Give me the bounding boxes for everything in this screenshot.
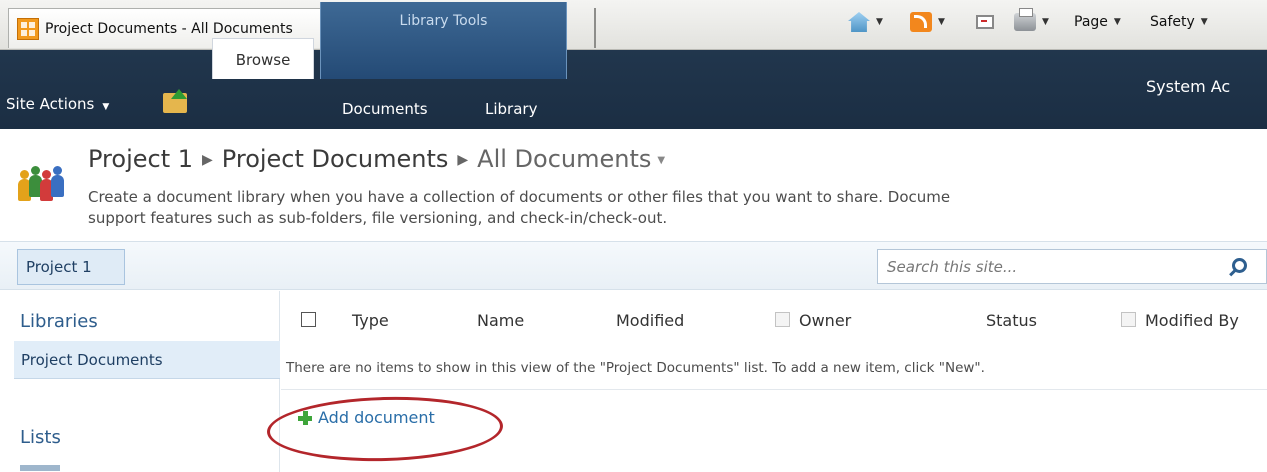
tab-library[interactable]: Library — [485, 100, 537, 118]
quick-launch-item-partial — [20, 465, 60, 471]
search-input[interactable] — [878, 250, 1218, 283]
list-header-row: Type Name Modified Owner Status Modified… — [281, 302, 1267, 342]
column-header-status[interactable]: Status — [986, 311, 1037, 330]
chevron-down-icon: ▼ — [876, 17, 883, 27]
site-actions-label: Site Actions — [6, 95, 95, 113]
breadcrumb-separator-icon: ▶ — [457, 152, 469, 168]
browser-tab-bar: Project Documents - All Documents ▼ ▼ ▼ … — [0, 0, 1267, 50]
chevron-down-icon: ▼ — [102, 102, 110, 112]
tab-browse[interactable]: Browse — [212, 38, 314, 79]
top-nav-item-label: Project 1 — [26, 258, 92, 276]
user-name: System Ac — [1146, 77, 1231, 96]
tab-library-label: Library — [485, 100, 538, 118]
safety-menu[interactable]: Safety ▼ — [1150, 8, 1208, 36]
column-filter-checkbox[interactable] — [1121, 312, 1136, 327]
navigate-up-icon[interactable] — [163, 89, 187, 113]
chevron-down-icon: ▼ — [1113, 17, 1121, 27]
print-icon — [1014, 8, 1036, 31]
column-header-owner[interactable]: Owner — [799, 311, 851, 330]
column-header-modified-by[interactable]: Modified By — [1145, 311, 1239, 330]
quick-launch-item-label: Project Documents — [21, 350, 163, 369]
chevron-down-icon[interactable]: ▼ — [657, 155, 665, 166]
description-line: support features such as sub-folders, fi… — [88, 209, 668, 227]
divider — [281, 389, 1267, 390]
site-people-icon — [18, 165, 64, 205]
home-button[interactable]: ▼ — [848, 8, 883, 36]
user-menu[interactable]: System Ac — [1146, 77, 1230, 96]
select-all-checkbox[interactable] — [301, 312, 316, 327]
feeds-button[interactable]: ▼ — [910, 8, 945, 36]
empty-list-message: There are no items to show in this view … — [286, 360, 985, 376]
page-title-area: Project 1 ▶ Project Documents ▶ All Document… — [0, 129, 1267, 241]
read-mail-button[interactable] — [976, 8, 994, 36]
chevron-down-icon: ▼ — [1200, 17, 1208, 27]
print-button[interactable]: ▼ — [1014, 8, 1049, 36]
sharepoint-page: Project Documents - All Documents ▼ ▼ ▼ … — [0, 0, 1267, 472]
tab-browse-label: Browse — [235, 51, 291, 69]
description-line: Create a document library when you have … — [88, 188, 951, 206]
tab-documents-label: Documents — [342, 100, 428, 118]
highlight-annotation — [266, 393, 504, 465]
quick-launch: Libraries Project Documents Lists — [0, 291, 280, 472]
chevron-down-icon: ▼ — [1042, 17, 1049, 27]
column-header-modified[interactable]: Modified — [616, 311, 684, 330]
home-icon — [848, 12, 870, 32]
top-navigation-bar: Project 1 — [0, 241, 1267, 290]
ribbon — [0, 50, 1267, 129]
tab-divider — [594, 8, 596, 48]
lists-heading[interactable]: Lists — [20, 427, 61, 448]
tab-documents[interactable]: Documents — [342, 100, 428, 118]
page-description: Create a document library when you have … — [88, 187, 1267, 229]
breadcrumb: Project 1 ▶ Project Documents ▶ All Document… — [88, 145, 665, 173]
column-header-name[interactable]: Name — [477, 311, 524, 330]
breadcrumb-separator-icon: ▶ — [202, 152, 213, 168]
site-actions-menu[interactable]: Site Actions ▼ — [6, 95, 109, 113]
safety-menu-label: Safety — [1150, 14, 1195, 30]
column-header-type[interactable]: Type — [352, 311, 389, 330]
libraries-heading[interactable]: Libraries — [20, 311, 98, 332]
person-shape — [51, 166, 64, 197]
breadcrumb-site[interactable]: Project 1 — [88, 145, 193, 173]
search-icon[interactable] — [1232, 258, 1247, 273]
chevron-down-icon: ▼ — [938, 17, 945, 27]
quick-launch-item-project-documents[interactable]: Project Documents — [14, 341, 280, 379]
library-tools-group: Library Tools — [320, 2, 567, 79]
breadcrumb-view[interactable]: All Documents — [477, 145, 651, 173]
library-tools-label: Library Tools — [399, 13, 488, 29]
rss-feed-icon — [910, 12, 932, 32]
read-mail-icon — [976, 15, 994, 29]
page-menu-label: Page — [1074, 14, 1108, 30]
column-filter-checkbox[interactable] — [775, 312, 790, 327]
breadcrumb-library[interactable]: Project Documents — [222, 145, 449, 173]
tab-title: Project Documents - All Documents — [45, 20, 293, 37]
search-box — [877, 249, 1267, 284]
top-nav-item-project-1[interactable]: Project 1 — [17, 249, 125, 285]
page-menu[interactable]: Page ▼ — [1074, 8, 1121, 36]
sharepoint-site-icon — [17, 17, 39, 40]
